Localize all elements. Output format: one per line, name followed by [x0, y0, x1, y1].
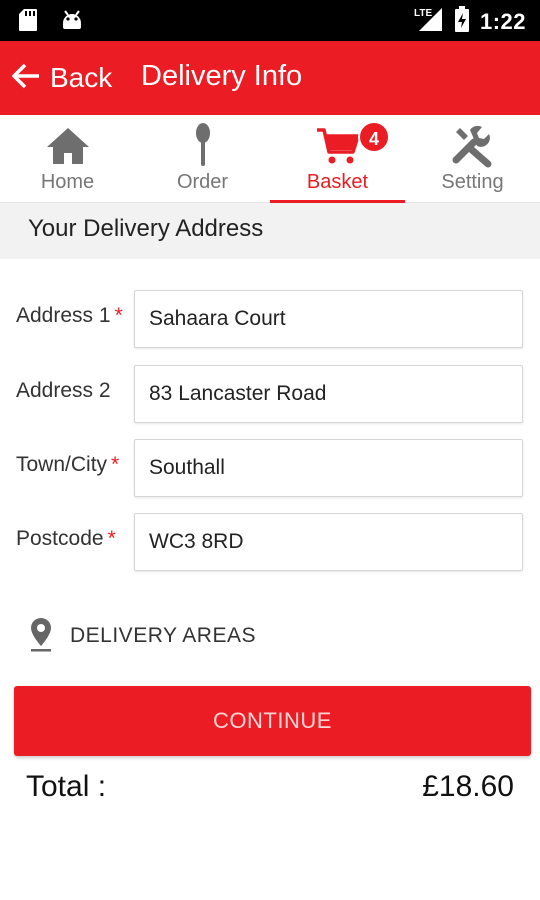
total-label: Total :: [26, 770, 107, 803]
postcode-label-text: Postcode: [16, 527, 104, 550]
clock: 1:22: [479, 8, 526, 34]
address2-row: Address 2: [0, 365, 540, 423]
tab-basket-label: Basket: [306, 171, 369, 193]
address1-label: Address 1 *: [16, 304, 123, 328]
tools-icon: [405, 123, 540, 169]
address2-label-text: Address 2: [16, 379, 111, 402]
status-bar: LTE 1:22: [0, 0, 540, 41]
address2-field[interactable]: [134, 365, 523, 423]
address1-row: Address 1 *: [0, 290, 540, 348]
town-label-text: Town/City: [16, 453, 108, 476]
tab-order[interactable]: Order: [135, 115, 270, 203]
tab-bar: Home Order Basket Setting: [0, 115, 540, 203]
sd-card-icon: [18, 8, 38, 37]
address1-label-text: Address 1: [16, 304, 111, 327]
back-label: Back: [50, 62, 113, 93]
section-header: Your Delivery Address: [0, 203, 540, 259]
town-row: Town/City *: [0, 439, 540, 497]
required-marker: *: [107, 527, 116, 550]
back-button[interactable]: Back: [12, 59, 112, 97]
tab-order-label: Order: [176, 171, 229, 193]
tab-home-label: Home: [40, 171, 95, 193]
total-value: £18.60: [422, 770, 514, 803]
address2-label: Address 2: [16, 379, 115, 403]
android-icon: [60, 9, 84, 36]
battery-icon: [454, 6, 470, 37]
town-label: Town/City *: [16, 453, 119, 477]
signal-icon: LTE: [414, 6, 444, 37]
page-title: Delivery Info: [141, 60, 303, 92]
tab-home[interactable]: Home: [0, 115, 135, 203]
tab-setting-label: Setting: [441, 171, 504, 193]
required-marker: *: [114, 304, 123, 327]
delivery-areas-link[interactable]: DELIVERY AREAS: [28, 616, 256, 656]
address1-field[interactable]: [134, 290, 523, 348]
postcode-label: Postcode *: [16, 527, 116, 551]
postcode-field[interactable]: [134, 513, 523, 571]
required-marker: *: [111, 453, 120, 476]
network-label: LTE: [414, 8, 432, 19]
arrow-left-icon: [12, 63, 40, 94]
continue-button[interactable]: CONTINUE: [14, 686, 531, 756]
tab-setting[interactable]: Setting: [405, 115, 540, 203]
section-title: Your Delivery Address: [28, 215, 264, 242]
spoon-icon: [135, 123, 270, 169]
home-icon: [0, 123, 135, 169]
postcode-row: Postcode *: [0, 513, 540, 571]
location-pin-icon: [28, 616, 54, 657]
app-bar: Back Delivery Info: [0, 41, 540, 115]
delivery-areas-label: DELIVERY AREAS: [70, 624, 256, 647]
town-field[interactable]: [134, 439, 523, 497]
basket-count-badge: 4: [358, 121, 390, 153]
